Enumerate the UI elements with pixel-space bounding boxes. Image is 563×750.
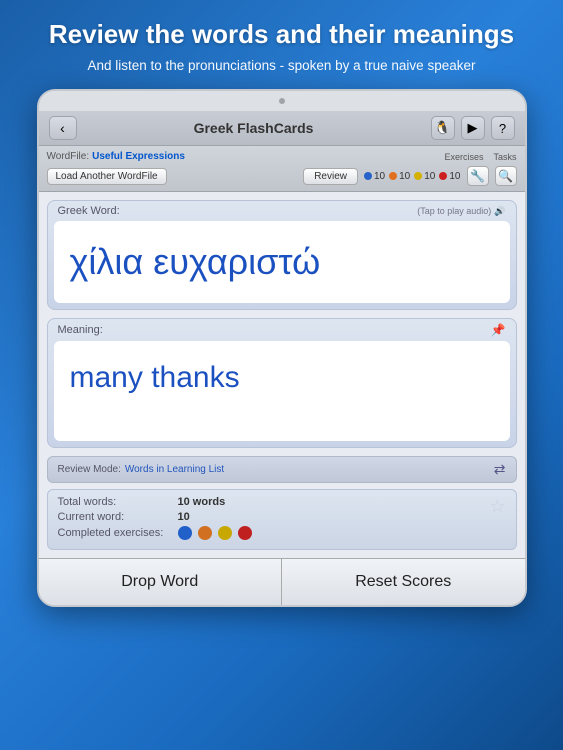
search-button[interactable]: 🔍	[495, 166, 517, 186]
wordfile-name: Useful Expressions	[92, 151, 185, 162]
meaning-text: many thanks	[70, 361, 240, 395]
content-area: Greek Word: (Tap to play audio) 🔊 χίλια …	[39, 192, 525, 605]
greek-word-text: χίλια ευχαριστώ	[70, 241, 321, 283]
current-word-value: 10	[178, 511, 190, 523]
review-mode-bar: Review Mode: Words in Learning List ⇄	[47, 456, 517, 483]
exercise-dot-orange	[198, 526, 212, 540]
review-mode-value: Words in Learning List	[125, 464, 224, 475]
score-red-value: 10	[449, 171, 460, 182]
nav-title: Greek FlashCards	[194, 120, 314, 136]
greek-word-card[interactable]: Greek Word: (Tap to play audio) 🔊 χίλια …	[47, 200, 517, 310]
total-words-value: 10 words	[178, 496, 226, 508]
orange-dot	[389, 172, 397, 180]
ipad-top-bar	[39, 91, 525, 111]
greek-word-label: Greek Word:	[58, 205, 120, 217]
audio-icon: 🔊	[494, 206, 505, 217]
stats-area: Total words: 10 words Current word: 10 C…	[47, 489, 517, 550]
completed-exercises-label: Completed exercises:	[58, 527, 178, 539]
meaning-card[interactable]: Meaning: 📌 many thanks	[47, 318, 517, 448]
exercise-dot-red	[238, 526, 252, 540]
back-button[interactable]: ‹	[49, 116, 77, 140]
yellow-dot	[414, 172, 422, 180]
bottom-buttons: Drop Word Reset Scores	[39, 558, 525, 605]
score-orange: 10	[389, 171, 410, 182]
star-icon: ☆	[489, 496, 505, 516]
play-icon: ▶	[468, 120, 478, 136]
exercise-dots	[178, 526, 252, 540]
pin-icon: 📌	[491, 323, 506, 337]
red-dot	[439, 172, 447, 180]
search-icon: 🔍	[498, 169, 513, 183]
current-word-label: Current word:	[58, 511, 178, 523]
score-blue: 10	[364, 171, 385, 182]
exercise-dot-yellow	[218, 526, 232, 540]
nav-bar: ‹ Greek FlashCards 🐧 ▶ ?	[39, 111, 525, 146]
page-title: Review the words and their meanings	[49, 18, 514, 51]
tap-audio-label: (Tap to play audio) 🔊	[417, 206, 505, 217]
score-blue-value: 10	[374, 171, 385, 182]
penguin-icon-button[interactable]: 🐧	[431, 116, 455, 140]
page-subtitle: And listen to the pronunciations - spoke…	[49, 57, 514, 76]
score-orange-value: 10	[399, 171, 410, 182]
penguin-icon: 🐧	[434, 120, 450, 136]
wordfile-label: WordFile:	[47, 151, 90, 162]
blue-dot	[364, 172, 372, 180]
exercises-label: Exercises	[444, 152, 483, 162]
reset-scores-button[interactable]: Reset Scores	[282, 559, 525, 605]
tasks-label: Tasks	[493, 152, 516, 162]
settings-button[interactable]: 🔧	[467, 166, 489, 186]
ipad-frame: ‹ Greek FlashCards 🐧 ▶ ? WordFile: Usefu…	[37, 89, 527, 607]
help-button[interactable]: ?	[491, 116, 515, 140]
camera-dot	[279, 98, 285, 104]
drop-word-button[interactable]: Drop Word	[39, 559, 283, 605]
wrench-icon: 🔧	[470, 169, 485, 183]
play-button[interactable]: ▶	[461, 116, 485, 140]
score-badges: 10 10 10 10	[364, 171, 461, 182]
shuffle-icon: ⇄	[494, 461, 506, 478]
meaning-label: Meaning:	[58, 324, 103, 336]
review-mode-label: Review Mode:	[58, 464, 121, 475]
score-yellow-value: 10	[424, 171, 435, 182]
score-red: 10	[439, 171, 460, 182]
toolbar: WordFile: Useful Expressions Exercises T…	[39, 146, 525, 192]
exercise-dot-blue	[178, 526, 192, 540]
load-wordfile-button[interactable]: Load Another WordFile	[47, 168, 167, 185]
total-words-label: Total words:	[58, 496, 178, 508]
help-icon: ?	[499, 121, 506, 136]
nav-icons: 🐧 ▶ ?	[431, 116, 515, 140]
score-yellow: 10	[414, 171, 435, 182]
review-button[interactable]: Review	[303, 168, 358, 185]
